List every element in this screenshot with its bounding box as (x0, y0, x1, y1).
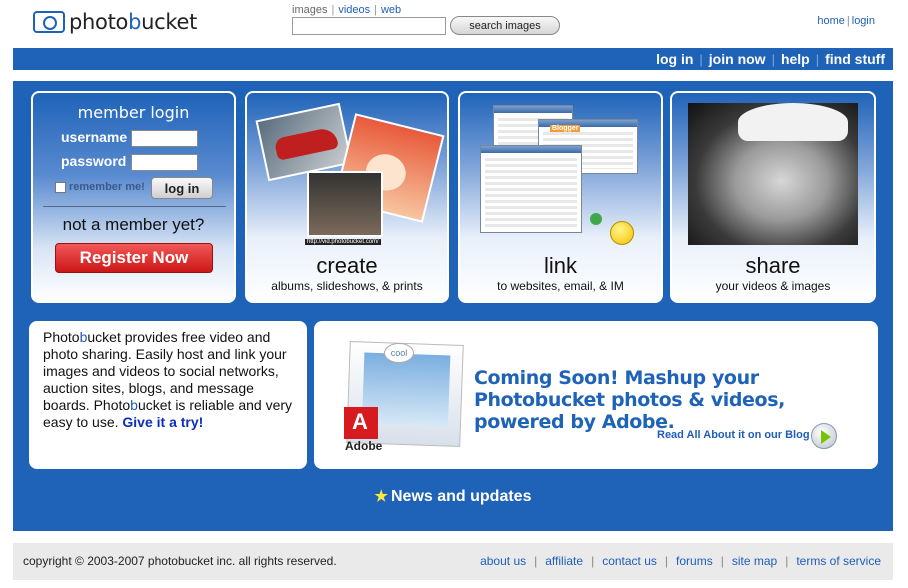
separator: | (771, 52, 775, 67)
desc-text-highlight: b (130, 397, 138, 413)
footer-link-contact-us[interactable]: contact us (602, 554, 657, 568)
remember-me-checkbox[interactable] (55, 181, 66, 193)
separator: | (534, 554, 538, 568)
header-links: home | login (817, 15, 875, 27)
nav-join-now[interactable]: join now (709, 51, 766, 67)
header: photobucket images | videos | web search ima… (13, 0, 893, 48)
home-link[interactable]: home (817, 15, 845, 27)
nav-help[interactable]: help (781, 51, 810, 67)
create-heading: create (316, 253, 378, 278)
link-panel[interactable]: Blogger link to websites, email, & IM (458, 91, 663, 303)
share-subtext: your videos & images (715, 279, 831, 293)
footer: copyright © 2003-2007 photobucket inc. a… (13, 543, 893, 580)
footer-link-forums[interactable]: forums (676, 554, 713, 568)
logo-text-post: ucket (141, 10, 198, 34)
username-input[interactable] (131, 130, 198, 147)
separator: | (785, 554, 789, 568)
footer-link-site-map[interactable]: site map (732, 554, 777, 568)
member-login-panel: member login username password remember … (31, 91, 236, 303)
separator: | (331, 4, 335, 16)
separator: | (720, 554, 724, 568)
give-it-a-try-link[interactable]: Give it a try! (122, 414, 203, 430)
desc-text: Photo (43, 329, 80, 345)
create-subtext: albums, slideshows, & prints (271, 279, 423, 293)
separator: | (815, 52, 820, 67)
copyright-text: copyright © 2003-2007 photobucket inc. a… (23, 554, 337, 568)
divider (43, 206, 226, 207)
link-heading: link (543, 253, 577, 278)
footer-links: about us | affiliate | contact us | forums | sit… (480, 554, 881, 568)
link-subtext: to websites, email, & IM (497, 279, 624, 293)
remember-me-label: remember me! (69, 181, 145, 193)
main-content: member login username password remember … (13, 81, 893, 531)
browser-screenshot (480, 145, 582, 233)
portrait-photo (688, 103, 858, 245)
share-panel[interactable]: share your videos & images (670, 91, 876, 303)
nav-log-in[interactable]: log in (656, 51, 693, 67)
smiley-icon (610, 221, 634, 245)
im-buddy-icon (590, 213, 602, 225)
photobucket-logo[interactable]: photobucket (33, 6, 197, 38)
news-title: News and updates (390, 488, 532, 505)
username-label: username (61, 129, 128, 145)
adobe-logo (344, 407, 378, 439)
adobe-brand-text: Adobe (345, 439, 383, 453)
blogger-label: Blogger (550, 125, 581, 132)
search-tab-web[interactable]: web (381, 4, 401, 16)
logo-text-highlight: b (128, 10, 142, 34)
arrow-right-icon[interactable] (811, 423, 837, 449)
create-panel[interactable]: http://vid.photobucket.com/ create album… (245, 91, 449, 303)
nav-find-stuff[interactable]: find stuff (825, 51, 885, 67)
password-input[interactable] (131, 154, 198, 171)
search-tab-images[interactable]: images (292, 4, 327, 16)
separator: | (591, 554, 595, 568)
separator: | (374, 4, 377, 16)
star-icon: ★ (374, 488, 388, 505)
adobe-headline: Coming Soon! Mashup your Photobucket pho… (474, 367, 785, 433)
register-now-button[interactable]: Register Now (55, 243, 213, 273)
footer-link-about-us[interactable]: about us (480, 554, 526, 568)
search-input[interactable] (292, 17, 446, 35)
not-member-text: not a member yet? (62, 215, 205, 234)
separator: | (846, 15, 850, 27)
log-in-button[interactable]: log in (151, 177, 213, 199)
login-link[interactable]: login (852, 15, 875, 27)
login-title: member login (77, 103, 190, 122)
share-heading: share (745, 253, 801, 278)
people-photo (307, 171, 383, 237)
car-photo (255, 102, 353, 182)
adobe-promo-panel[interactable]: cool Adobe Coming Soon! Mashup your Phot… (314, 321, 878, 469)
video-url-caption: http://vid.photobucket.com/ (305, 239, 381, 245)
separator: | (664, 554, 669, 568)
password-label: password (61, 153, 127, 169)
search-tabs: images | videos | web (292, 4, 401, 16)
search-images-button[interactable]: search images (450, 16, 560, 35)
news-and-updates[interactable]: ★ News and updates (13, 487, 893, 506)
description-panel: Photobucket provides free video and phot… (29, 321, 307, 469)
nav-bar: log in | join now | help | find stuff (13, 48, 893, 70)
footer-link-terms-of-service[interactable]: terms of service (796, 554, 881, 568)
read-blog-link[interactable]: Read All About it on our Blog (657, 429, 810, 441)
cool-bubble: cool (384, 343, 414, 363)
search-tab-videos[interactable]: videos (338, 4, 370, 16)
logo-text-pre: photo (69, 10, 129, 34)
remember-me[interactable]: remember me! (55, 181, 145, 193)
logo-text: photobucket (69, 10, 197, 34)
separator: | (699, 52, 703, 67)
logo-icon (33, 11, 65, 33)
footer-link-affiliate[interactable]: affiliate (545, 554, 583, 568)
